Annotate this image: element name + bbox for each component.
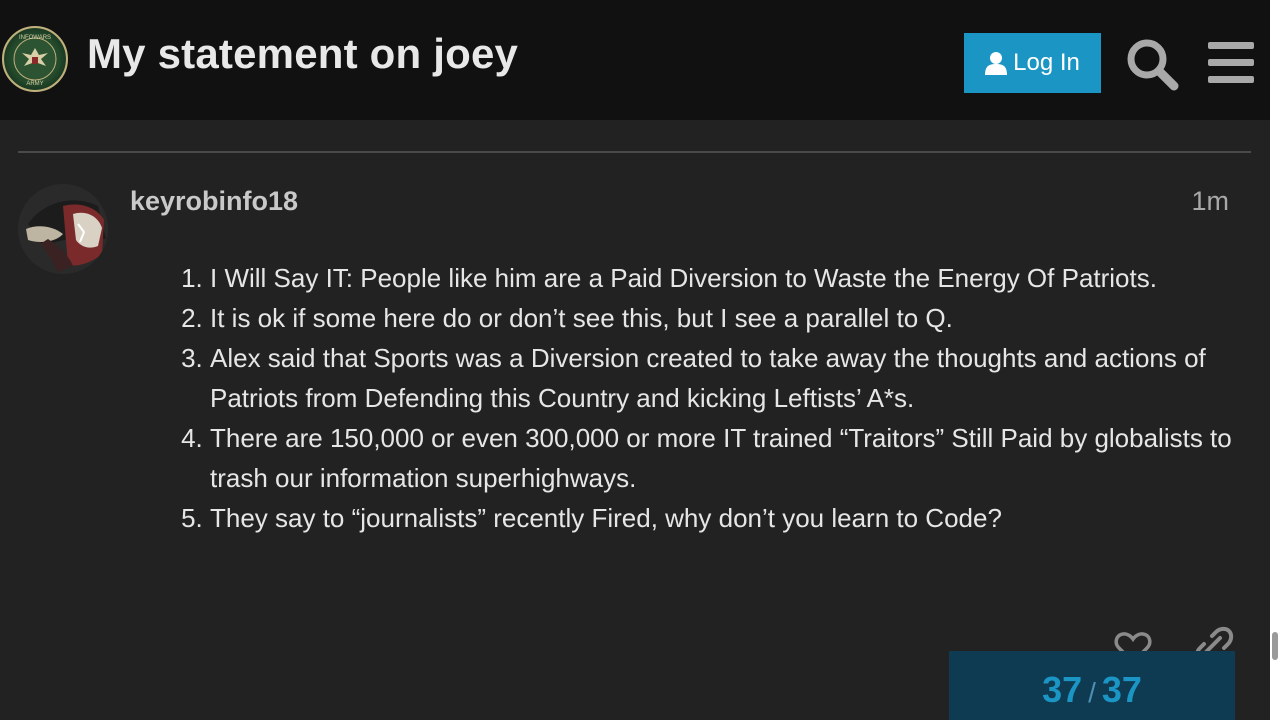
list-item: It is ok if some here do or don’t see th… — [210, 298, 1240, 338]
site-header: INFOWARS ARMY My statement on joey Log I… — [0, 0, 1270, 120]
post-body: I Will Say IT: People like him are a Pai… — [130, 258, 1240, 538]
hamburger-menu-icon — [1208, 42, 1254, 83]
list-item: I Will Say IT: People like him are a Pai… — [210, 258, 1240, 298]
page: INFOWARS ARMY My statement on joey Log I… — [0, 0, 1280, 720]
scrollbar[interactable] — [1270, 0, 1280, 720]
topic-progress[interactable]: 37/37 — [949, 651, 1235, 720]
svg-text:ARMY: ARMY — [26, 81, 43, 87]
post-date[interactable]: 1m — [1191, 186, 1229, 217]
user-icon — [985, 52, 1008, 75]
topic-title[interactable]: My statement on joey — [87, 30, 518, 78]
login-button[interactable]: Log In — [964, 33, 1101, 93]
list-item: There are 150,000 or even 300,000 or mor… — [210, 418, 1240, 498]
progress-current: 37 — [1042, 669, 1083, 710]
site-logo[interactable]: INFOWARS ARMY — [2, 26, 68, 92]
login-label: Log In — [1013, 49, 1080, 76]
search-button[interactable] — [1124, 36, 1180, 92]
progress-total: 37 — [1101, 669, 1142, 710]
progress-text: 37/37 — [949, 669, 1235, 711]
search-icon — [1127, 39, 1179, 91]
eagle-emblem-icon: INFOWARS ARMY — [13, 35, 57, 87]
progress-separator: / — [1088, 677, 1096, 708]
statement-list: I Will Say IT: People like him are a Pai… — [130, 258, 1240, 538]
scrollbar-thumb[interactable] — [1272, 632, 1278, 660]
hamburger-menu-button[interactable] — [1206, 40, 1256, 86]
post-username[interactable]: keyrobinfo18 — [130, 186, 298, 217]
topic-divider — [18, 151, 1251, 153]
avatar[interactable] — [18, 184, 108, 274]
avatar-image — [18, 184, 108, 274]
list-item: Alex said that Sports was a Diversion cr… — [210, 338, 1240, 418]
svg-text:INFOWARS: INFOWARS — [19, 35, 51, 41]
list-item: They say to “journalists” recently Fired… — [210, 498, 1240, 538]
